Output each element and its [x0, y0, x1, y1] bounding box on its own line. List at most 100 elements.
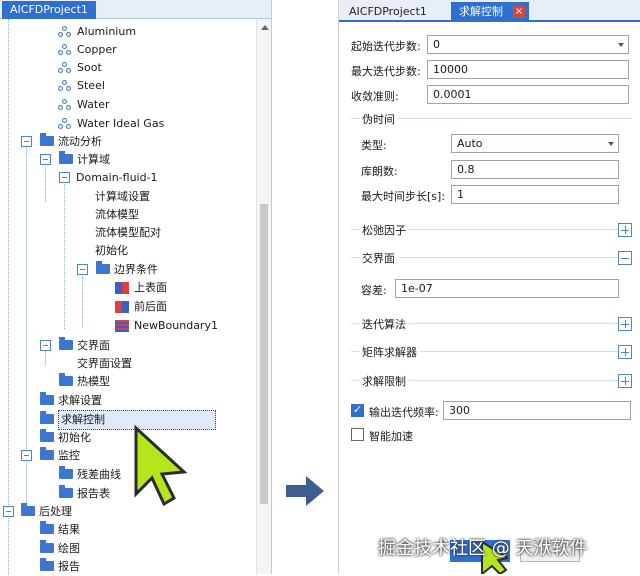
tree-item-interface[interactable]: 交界面	[59, 337, 110, 355]
expand-plus-icon[interactable]	[618, 317, 632, 331]
tree-item-copper[interactable]: Copper	[58, 41, 117, 59]
folder-icon	[40, 521, 54, 534]
collapse-toggle[interactable]	[3, 506, 14, 517]
tree-item-monitor[interactable]: 监控	[40, 447, 80, 465]
watermark: 掘金技术社区 @ 天洑软件	[378, 538, 588, 559]
tree-item-results[interactable]: 结果	[40, 521, 80, 539]
smart-accel-checkbox[interactable]	[351, 428, 364, 441]
tree-item-new-boundary1[interactable]: NewBoundary1	[115, 317, 218, 335]
iter-algorithm-title: 迭代算法	[359, 316, 409, 332]
collapse-toggle[interactable]	[21, 136, 32, 147]
chevron-down-icon	[608, 142, 614, 146]
tree-item-boundary-conditions[interactable]: 边界条件	[96, 261, 158, 279]
tree-item-report[interactable]: 报告	[40, 558, 80, 576]
matrix-solver-section[interactable]: 矩阵求解器	[351, 344, 632, 371]
close-icon[interactable]: ×	[513, 6, 525, 18]
tree-item-solver-settings[interactable]: 求解设置	[40, 392, 102, 410]
collapse-toggle[interactable]	[40, 154, 51, 165]
tree-item-steel[interactable]: Steel	[58, 77, 105, 95]
tree-item-domain-group[interactable]: 计算域	[59, 151, 110, 169]
smart-accel-label: 智能加速	[369, 430, 413, 443]
tree-item-domain-fluid-1[interactable]: Domain-fluid-1	[76, 169, 158, 187]
expand-plus-icon[interactable]	[618, 223, 632, 237]
tree-item-domain-init[interactable]: 初始化	[95, 242, 128, 260]
tree-guide	[45, 161, 46, 201]
scroll-up-icon[interactable]	[261, 25, 269, 30]
tolerance-row: 容差: 1e-07	[361, 279, 621, 299]
max-dt-value: 1	[457, 188, 464, 201]
tree-label: 交界面设置	[77, 357, 132, 370]
courant-input[interactable]: 0.8	[451, 160, 619, 179]
tree-item-fluid-model[interactable]: 流体模型	[95, 206, 139, 224]
expand-plus-icon[interactable]	[618, 374, 632, 388]
tree-guide	[45, 351, 46, 365]
collapse-toggle[interactable]	[59, 172, 70, 183]
output-freq-checkbox[interactable]	[351, 403, 364, 417]
relax-factor-section[interactable]: 松弛因子	[351, 222, 632, 249]
tree-item-soot[interactable]: Soot	[58, 59, 102, 77]
tree-item-domain-settings[interactable]: 计算域设置	[95, 188, 150, 206]
tab-project[interactable]: AICFDProject1	[341, 2, 435, 22]
tree-item-residual-curve[interactable]: 残差曲线	[59, 466, 121, 484]
tree-label: Soot	[77, 61, 102, 74]
solve-limit-title: 求解限制	[359, 373, 409, 389]
tree-scrollbar[interactable]	[256, 19, 271, 574]
tab-solver-control[interactable]: 求解控制 ×	[451, 2, 529, 22]
tree-item-water[interactable]: Water	[58, 96, 110, 114]
collapse-toggle[interactable]	[21, 450, 32, 461]
tree-item-report-table[interactable]: 报告表	[59, 485, 110, 503]
tree-label: 求解设置	[58, 394, 102, 407]
tab-project[interactable]: AICFDProject1	[2, 1, 96, 19]
collapse-minus-icon[interactable]	[618, 251, 632, 265]
tree-item-initialization[interactable]: 初始化	[40, 429, 91, 447]
iter-algorithm-section[interactable]: 迭代算法	[351, 316, 632, 343]
tree-item-front-back[interactable]: 前后面	[115, 298, 167, 316]
courant-row: 库朗数: 0.8	[361, 160, 621, 180]
tree-guide	[26, 143, 27, 459]
material-icon	[58, 118, 72, 130]
output-freq-input[interactable]: 300	[443, 401, 631, 420]
output-freq-row: 输出迭代频率: 300	[351, 401, 635, 421]
collapse-toggle[interactable]	[77, 264, 88, 275]
tolerance-label: 容差:	[361, 284, 387, 297]
convergence-input[interactable]: 0.0001	[427, 85, 629, 104]
boundary-icon	[115, 301, 129, 313]
folder-icon	[59, 485, 73, 498]
tree-item-fluid-model-pair[interactable]: 流体模型配对	[95, 224, 161, 242]
tree-label: 初始化	[58, 431, 91, 444]
tolerance-input[interactable]: 1e-07	[395, 279, 619, 298]
tree-item-interface-settings[interactable]: 交界面设置	[77, 355, 132, 373]
start-iter-row: 起始迭代步数: 0	[351, 35, 631, 55]
tree-item-postprocess[interactable]: 后处理	[21, 503, 72, 521]
type-select[interactable]: Auto	[451, 134, 619, 153]
tree-item-thermal-model[interactable]: 热模型	[59, 373, 110, 391]
tree-guide	[8, 515, 9, 575]
start-iter-select[interactable]: 0	[427, 35, 629, 54]
max-iter-label: 最大迭代步数:	[351, 65, 421, 78]
tree-item-water-ideal-gas[interactable]: Water Ideal Gas	[58, 115, 164, 133]
boundary-icon	[115, 282, 129, 294]
scroll-thumb[interactable]	[260, 204, 268, 504]
tree-label: Steel	[77, 79, 105, 92]
folder-icon	[40, 411, 54, 424]
type-value: Auto	[457, 137, 483, 150]
expand-plus-icon[interactable]	[618, 345, 632, 359]
convergence-value: 0.0001	[433, 88, 472, 101]
type-row: 类型: Auto	[361, 134, 621, 154]
collapse-toggle[interactable]	[40, 340, 51, 351]
solve-limit-section[interactable]: 求解限制	[351, 373, 632, 400]
tree-label: 残差曲线	[77, 468, 121, 481]
tree-item-plots[interactable]: 绘图	[40, 540, 80, 558]
courant-label: 库朗数:	[361, 165, 398, 178]
right-tab-bar: AICFDProject1 求解控制 ×	[339, 0, 640, 22]
max-dt-input[interactable]: 1	[451, 185, 619, 204]
form-body: 起始迭代步数: 0 最大迭代步数: 10000 收敛准则: 0.0001 伪时间…	[339, 24, 640, 574]
tolerance-value: 1e-07	[401, 282, 433, 295]
tree-item-flow-analysis[interactable]: 流动分析	[40, 133, 102, 151]
tree-item-top-surface[interactable]: 上表面	[115, 279, 167, 297]
max-iter-input[interactable]: 10000	[427, 60, 629, 79]
arrow-right-icon	[286, 476, 324, 506]
tree-item-aluminium[interactable]: Aluminium	[58, 23, 136, 41]
relax-factor-title: 松弛因子	[359, 222, 409, 238]
max-iter-value: 10000	[433, 63, 468, 76]
